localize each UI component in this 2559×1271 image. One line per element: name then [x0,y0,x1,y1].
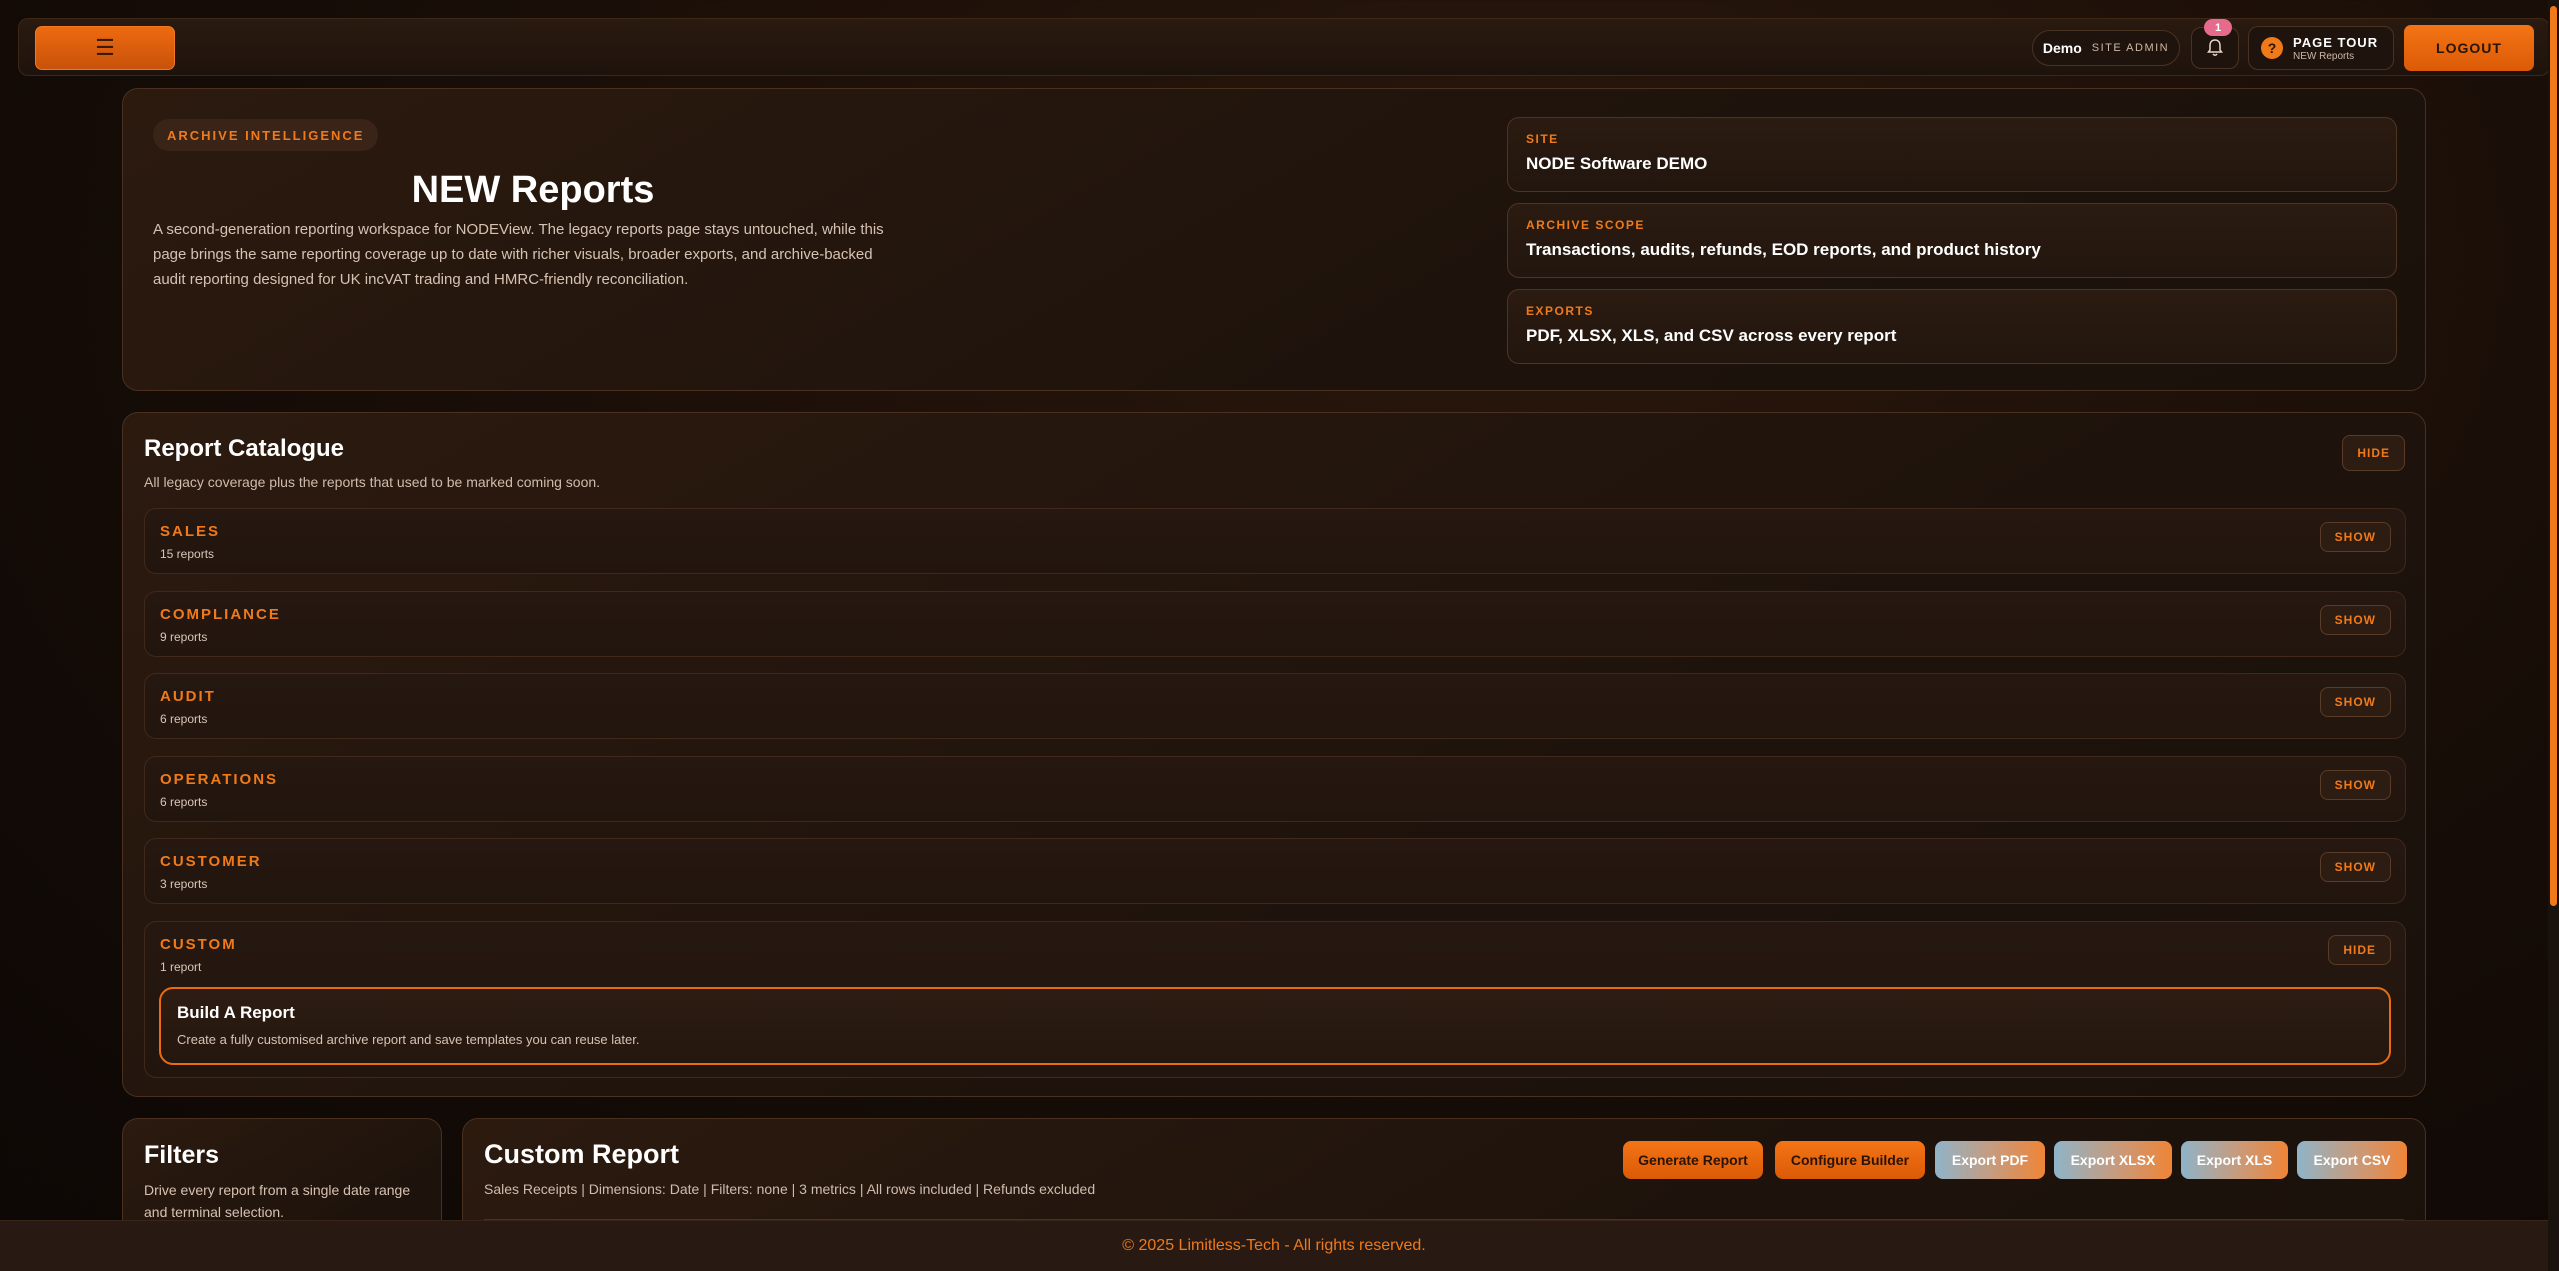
catalogue-subtitle: All legacy coverage plus the reports tha… [144,474,601,490]
exports-label: EXPORTS [1526,304,1594,318]
archive-scope-value: Transactions, audits, refunds, EOD repor… [1526,240,2041,259]
site-value: NODE Software DEMO [1526,154,1708,173]
filters-title: Filters [144,1141,220,1169]
hamburger-icon: ☰ [95,35,115,60]
category-count: 6 reports [160,795,208,809]
category-name: AUDIT [160,688,216,705]
copyright-text: © 2025 Limitless-Tech - All rights reser… [1122,1237,1426,1254]
build-report-title: Build A Report [177,1003,295,1022]
category-operations[interactable]: OPERATIONS 6 reports SHOW [144,756,2406,822]
site-label: SITE [1526,132,1559,146]
logout-button[interactable]: LOGOUT [2404,25,2534,71]
export-xls-button[interactable]: Export XLS [2181,1141,2288,1179]
category-count: 3 reports [160,877,208,891]
category-custom[interactable]: CUSTOM 1 report HIDE Build A Report Crea… [144,921,2406,1078]
page-title: NEW Reports [411,169,655,211]
show-operations-button[interactable]: SHOW [2319,770,2391,800]
hide-custom-button[interactable]: HIDE [2328,935,2391,965]
show-sales-button[interactable]: SHOW [2319,522,2391,552]
menu-button[interactable]: ☰ [35,26,175,70]
build-report-description: Create a fully customised archive report… [177,1032,640,1047]
report-catalogue-panel: Report Catalogue All legacy coverage plu… [122,412,2426,1097]
custom-report-title: Custom Report [484,1139,679,1169]
tour-title: PAGE TOUR [2293,34,2379,50]
user-chip[interactable]: Demo SITE ADMIN [2032,30,2180,66]
exports-value: PDF, XLSX, XLS, and CSV across every rep… [1526,326,1897,345]
bell-icon [2207,39,2223,56]
export-pdf-button[interactable]: Export PDF [1935,1141,2045,1179]
page-tour-button[interactable]: ? PAGE TOUR NEW Reports [2248,26,2394,70]
show-audit-button[interactable]: SHOW [2319,687,2391,717]
hero-description: A second-generation reporting workspace … [153,221,884,288]
category-customer[interactable]: CUSTOMER 3 reports SHOW [144,838,2406,904]
archive-scope-label: ARCHIVE SCOPE [1526,218,1645,232]
category-sales[interactable]: SALES 15 reports SHOW [144,508,2406,574]
tour-subtitle: NEW Reports [2293,50,2355,62]
site-card: SITE NODE Software DEMO [1507,117,2397,192]
user-name: Demo [2042,40,2082,56]
category-count: 6 reports [160,712,208,726]
hero-panel: ARCHIVE INTELLIGENCE NEW Reports A secon… [122,88,2426,391]
category-name: CUSTOMER [160,853,262,870]
show-customer-button[interactable]: SHOW [2319,852,2391,882]
category-audit[interactable]: AUDIT 6 reports SHOW [144,673,2406,739]
build-a-report-card[interactable]: Build A Report Create a fully customised… [159,987,2391,1065]
show-compliance-button[interactable]: SHOW [2319,605,2391,635]
scrollbar-thumb[interactable] [2550,6,2557,906]
notification-badge: 1 [2204,19,2232,36]
configure-builder-button[interactable]: Configure Builder [1775,1141,1925,1179]
category-name: OPERATIONS [160,771,279,788]
exports-card: EXPORTS PDF, XLSX, XLS, and CSV across e… [1507,289,2397,364]
user-role: SITE ADMIN [2091,42,2170,54]
notifications-button[interactable]: 1 [2191,19,2239,69]
category-name: SALES [160,523,221,540]
catalogue-hide-button[interactable]: HIDE [2342,435,2405,471]
generate-report-button[interactable]: Generate Report [1623,1141,1763,1179]
category-compliance[interactable]: COMPLIANCE 9 reports SHOW [144,591,2406,657]
category-count: 15 reports [160,547,215,561]
archive-scope-card: ARCHIVE SCOPE Transactions, audits, refu… [1507,203,2397,278]
category-count: 9 reports [160,630,208,644]
catalogue-title: Report Catalogue [144,435,345,462]
category-name: CUSTOM [160,936,237,953]
custom-report-summary: Sales Receipts | Dimensions: Date | Filt… [484,1181,1096,1197]
hero-eyebrow: ARCHIVE INTELLIGENCE [153,119,379,151]
footer: © 2025 Limitless-Tech - All rights reser… [0,1220,2548,1271]
tour-text: PAGE TOUR NEW Reports [2293,35,2378,62]
export-xlsx-button[interactable]: Export XLSX [2054,1141,2172,1179]
top-bar: ☰ Demo SITE ADMIN 1 ? PAGE TOUR NEW Repo… [18,18,2550,76]
filters-description: Drive every report from a single date ra… [144,1182,411,1220]
export-csv-button[interactable]: Export CSV [2297,1141,2407,1179]
help-icon: ? [2261,37,2283,59]
category-name: COMPLIANCE [160,606,281,623]
category-count: 1 report [160,960,202,974]
